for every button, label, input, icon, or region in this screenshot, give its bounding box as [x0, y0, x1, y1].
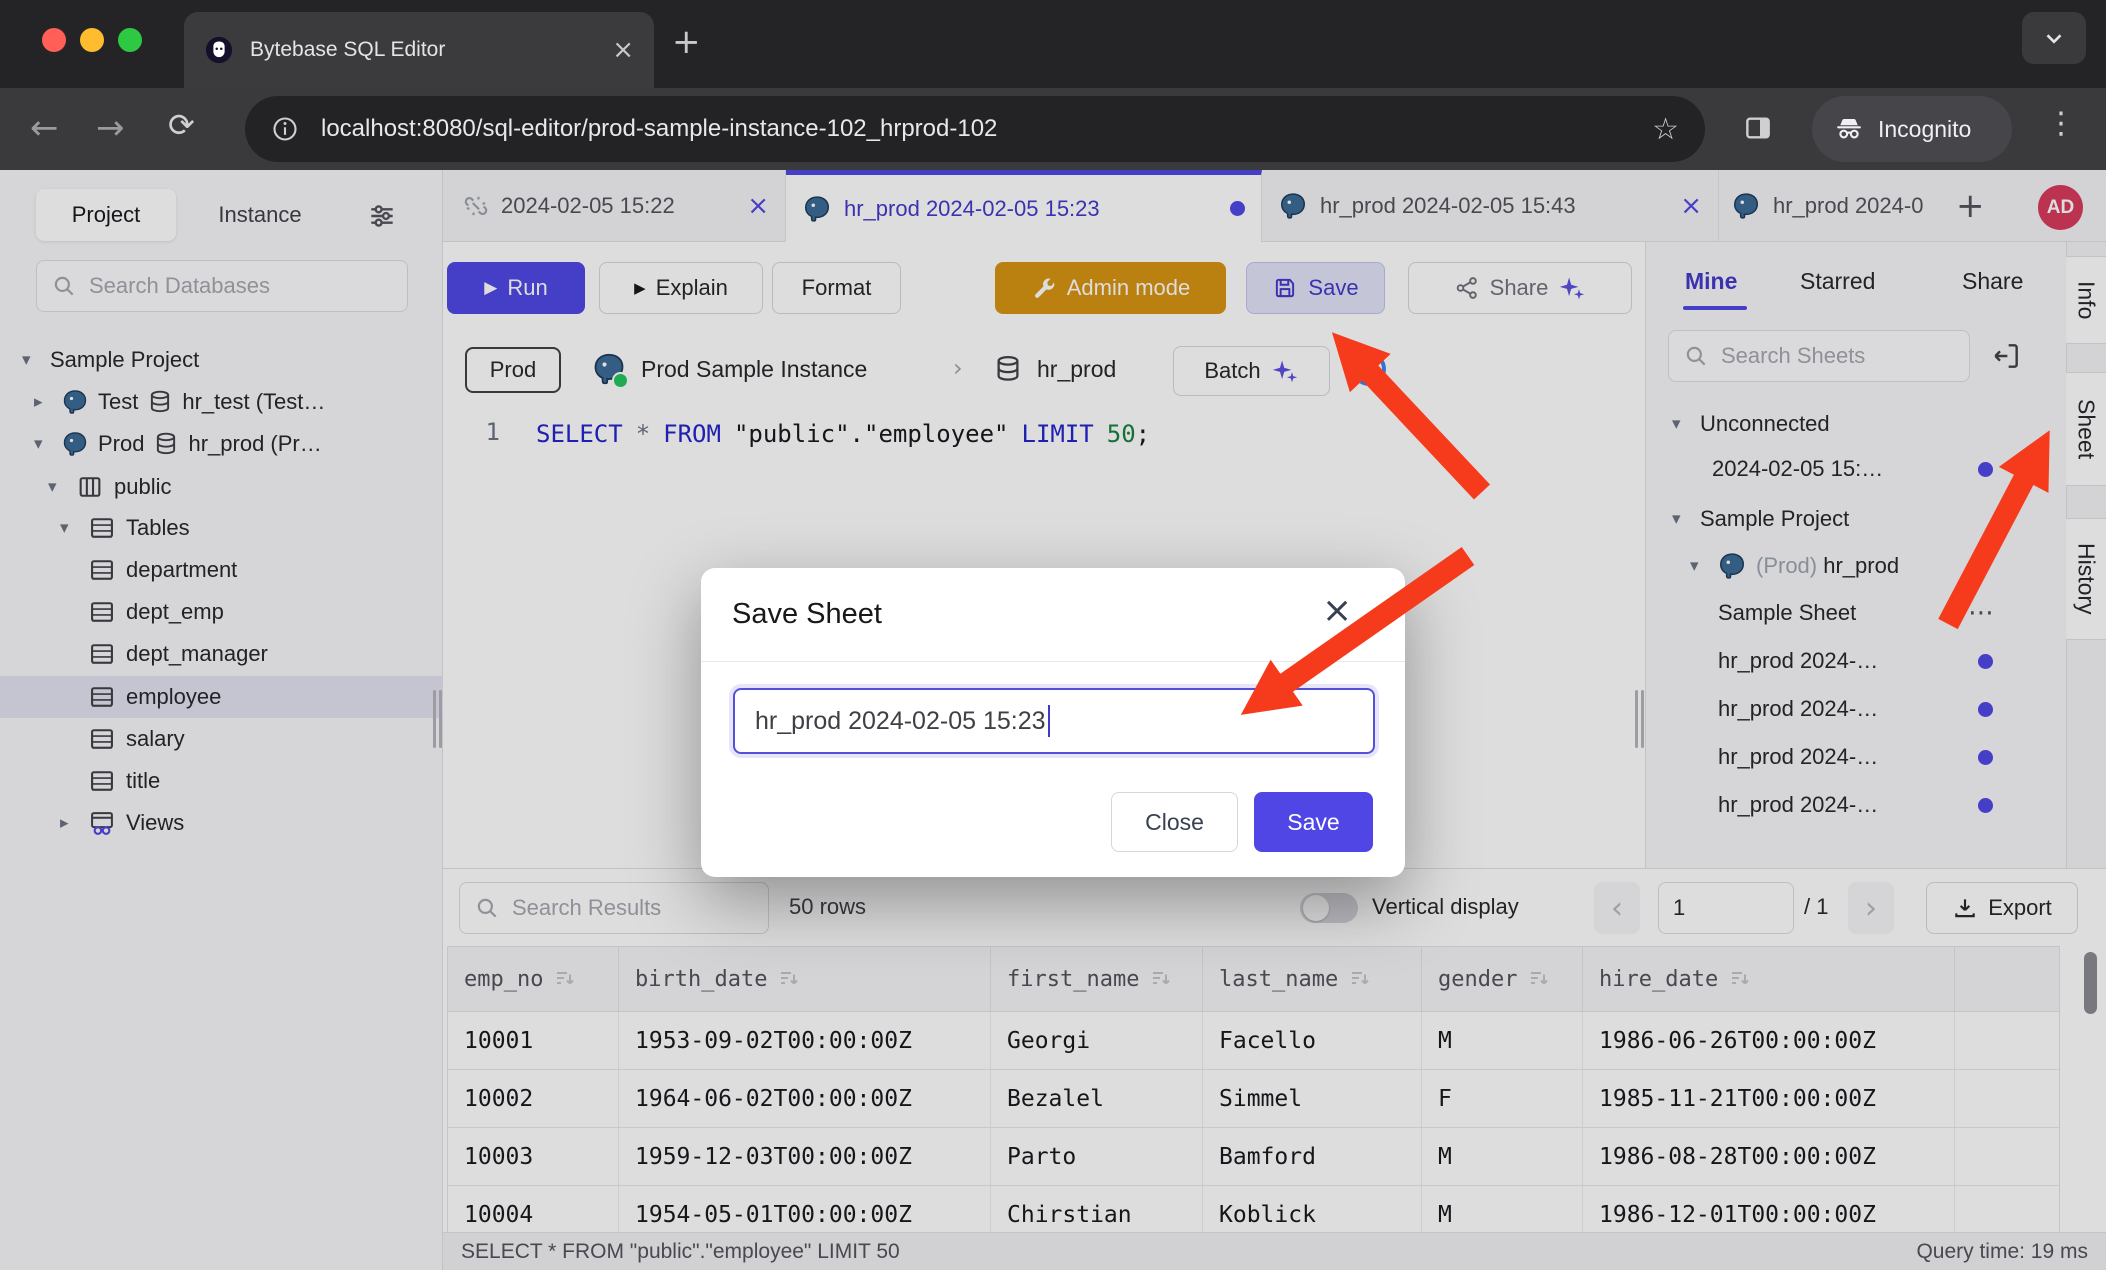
back-icon[interactable]: ← [30, 108, 59, 148]
browser-tab[interactable]: Bytebase SQL Editor × [184, 12, 654, 88]
incognito-label: Incognito [1878, 116, 1971, 143]
bytebase-favicon [204, 35, 234, 65]
text-cursor [1048, 705, 1050, 737]
incognito-badge: Incognito [1812, 96, 2012, 162]
close-label: Close [1145, 809, 1204, 836]
dialog-divider [701, 661, 1405, 662]
incognito-icon [1834, 114, 1864, 144]
side-panel-icon[interactable] [1742, 112, 1774, 144]
dialog-close-icon[interactable]: × [1322, 590, 1352, 631]
dialog-save-button[interactable]: Save [1254, 792, 1373, 852]
browser-tab-close-icon[interactable]: × [612, 35, 634, 65]
site-info-icon[interactable] [271, 115, 299, 143]
traffic-light-minimize[interactable] [80, 28, 104, 52]
bookmark-star-icon[interactable]: ☆ [1652, 112, 1679, 147]
tab-overview-button[interactable] [2022, 12, 2086, 64]
url-bar[interactable]: localhost:8080/sql-editor/prod-sample-in… [245, 96, 1705, 162]
sheet-name-input[interactable]: hr_prod 2024-02-05 15:23 [733, 688, 1375, 754]
traffic-light-close[interactable] [42, 28, 66, 52]
dialog-close-button[interactable]: Close [1111, 792, 1238, 852]
save-sheet-dialog: Save Sheet × hr_prod 2024-02-05 15:23 Cl… [701, 568, 1405, 877]
forward-icon[interactable]: → [96, 108, 125, 148]
screen: Bytebase SQL Editor × + ← → ⟳ localhost:… [0, 0, 2106, 1270]
save-label: Save [1287, 809, 1339, 836]
dialog-title: Save Sheet [732, 598, 882, 631]
reload-icon[interactable]: ⟳ [168, 106, 195, 144]
browser-tab-title: Bytebase SQL Editor [250, 38, 596, 62]
sheet-name-value: hr_prod 2024-02-05 15:23 [755, 707, 1046, 736]
traffic-light-zoom[interactable] [118, 28, 142, 52]
url-text[interactable]: localhost:8080/sql-editor/prod-sample-in… [321, 115, 1630, 143]
browser-menu-icon[interactable]: ⋮ [2046, 106, 2076, 141]
chevron-down-icon [2041, 25, 2067, 51]
new-tab-icon[interactable]: + [672, 22, 701, 62]
